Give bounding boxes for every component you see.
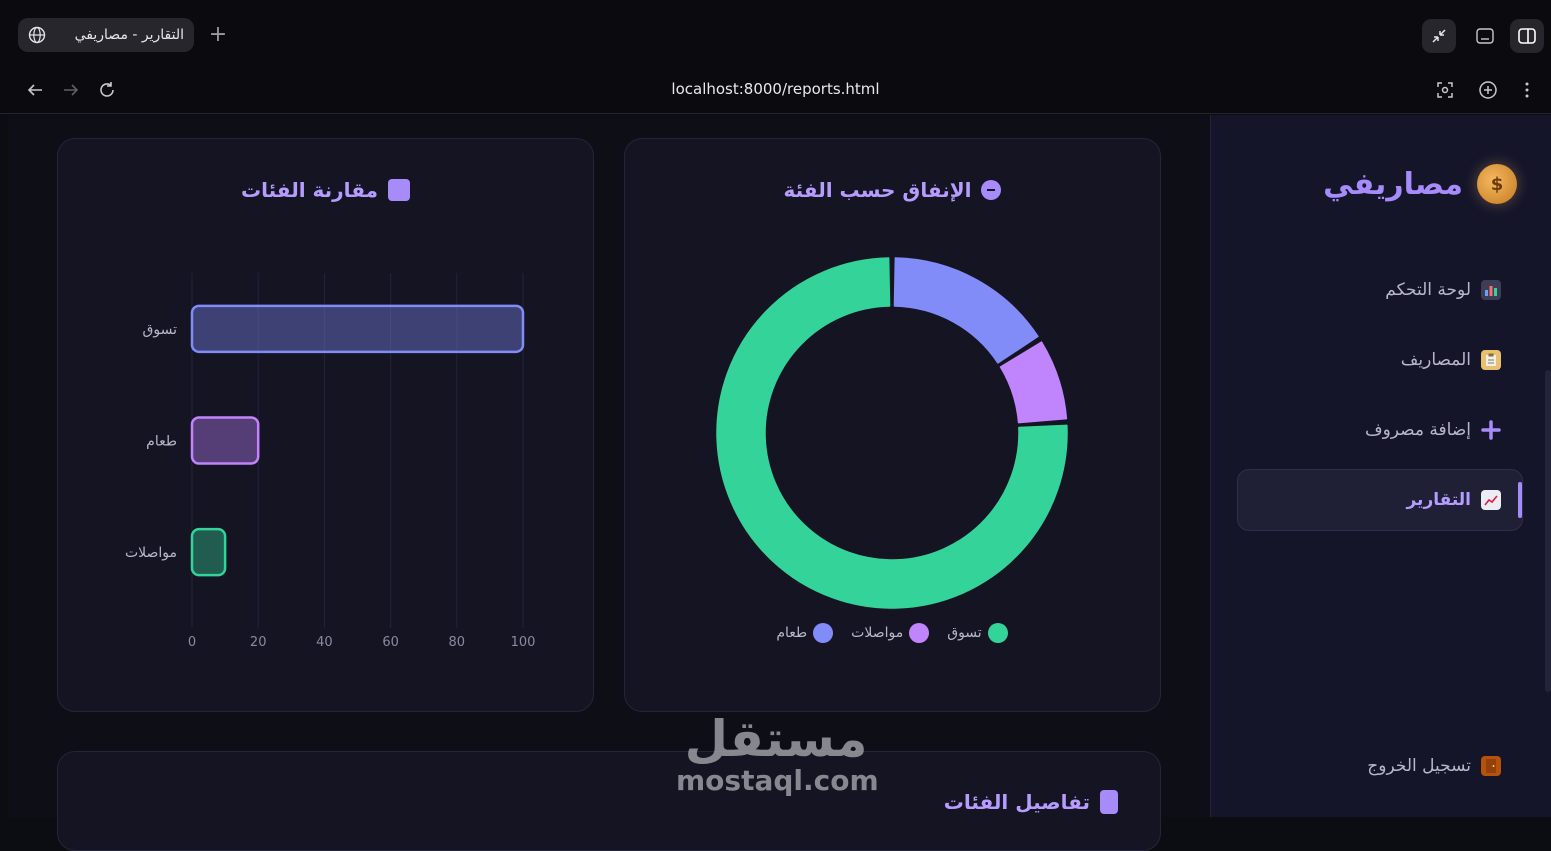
legend-item[interactable]: تسوق — [947, 623, 1008, 643]
legend-item[interactable]: مواصلات — [851, 623, 930, 643]
legend-swatch — [987, 623, 1008, 643]
sidebar — [1210, 115, 1551, 817]
sidebar-item-expenses[interactable]: المصاريف — [1401, 350, 1501, 370]
window-icon — [1476, 28, 1494, 44]
x-tick-label: 60 — [382, 635, 399, 650]
legend-swatch — [909, 623, 930, 643]
sidebar-item-add-expense[interactable]: إضافة مصروف — [1365, 420, 1501, 440]
active-nav-indicator — [1518, 482, 1522, 518]
sidebar-item-label: المصاريف — [1400, 350, 1471, 370]
bar[interactable] — [190, 304, 525, 354]
logout-button[interactable]: تسجيل الخروج — [1367, 756, 1501, 776]
x-tick-label: 0 — [188, 635, 196, 650]
bar[interactable] — [190, 416, 260, 465]
x-tick-label: 40 — [316, 635, 333, 650]
x-tick-label: 100 — [511, 635, 536, 650]
category-label: تسوق — [143, 322, 178, 338]
trend-chart-icon — [1481, 490, 1501, 510]
watermark-arabic: مستقل — [684, 710, 868, 768]
legend-label: تسوق — [947, 625, 982, 641]
tab-title: التقارير - مصاريفي — [74, 27, 184, 43]
new-tab-button[interactable]: + — [206, 24, 230, 48]
window-button[interactable] — [1468, 19, 1502, 53]
clipboard-icon — [1100, 790, 1118, 814]
donut-legend: تسوق مواصلات طعام — [624, 623, 1160, 643]
bar-chart: 0 20 40 60 80 100 تسوق طعام مواصلات — [125, 273, 536, 650]
logout-label: تسجيل الخروج — [1367, 756, 1471, 776]
collapse-arrows-icon — [1432, 29, 1446, 43]
more-menu-icon[interactable] — [1516, 79, 1538, 101]
legend-label: مواصلات — [851, 625, 904, 641]
details-title-text: تفاصيل الفئات — [943, 790, 1090, 814]
door-icon — [1481, 756, 1501, 776]
url-text[interactable]: localhost:8000/reports.html — [0, 80, 1551, 98]
bar[interactable] — [190, 527, 227, 577]
category-label: مواصلات — [125, 545, 177, 561]
legend-label: طعام — [776, 625, 808, 641]
sidebar-item-dashboard[interactable]: لوحة التحكم — [1385, 280, 1501, 300]
globe-icon — [28, 26, 46, 44]
browser-titlebar — [0, 0, 1551, 66]
watermark: مستقل mostaql.com — [676, 710, 879, 797]
category-label: طعام — [146, 434, 177, 450]
brand-name: مصاريفي — [1323, 166, 1463, 202]
screenshot-icon[interactable] — [1434, 79, 1456, 101]
x-tick-label: 20 — [250, 635, 267, 650]
minimize-view-button[interactable] — [1422, 19, 1456, 53]
x-tick-label: 80 — [449, 635, 466, 650]
brand: $ مصاريفي — [1323, 164, 1517, 204]
clipboard-icon — [1481, 350, 1501, 370]
sidebar-item-reports[interactable]: التقارير — [1406, 490, 1501, 510]
sidebar-toggle-button[interactable] — [1510, 19, 1544, 53]
add-extension-icon[interactable] — [1477, 79, 1499, 101]
plus-icon — [1481, 420, 1501, 440]
browser-tab[interactable]: التقارير - مصاريفي — [18, 18, 194, 52]
watermark-latin: mostaql.com — [676, 764, 879, 797]
legend-item[interactable]: طعام — [776, 623, 834, 643]
sidebar-item-label: لوحة التحكم — [1385, 280, 1471, 300]
sidebar-item-label: التقارير — [1406, 490, 1471, 510]
sidebar-panel-icon — [1518, 28, 1536, 44]
legend-swatch — [813, 623, 834, 643]
scrollbar[interactable] — [1545, 370, 1551, 692]
money-bag-icon: $ — [1477, 164, 1517, 204]
sidebar-item-label: إضافة مصروف — [1364, 420, 1471, 440]
donut-slice[interactable] — [893, 257, 1039, 364]
details-title: تفاصيل الفئات — [944, 790, 1118, 814]
bar-chart-icon — [1481, 280, 1501, 300]
